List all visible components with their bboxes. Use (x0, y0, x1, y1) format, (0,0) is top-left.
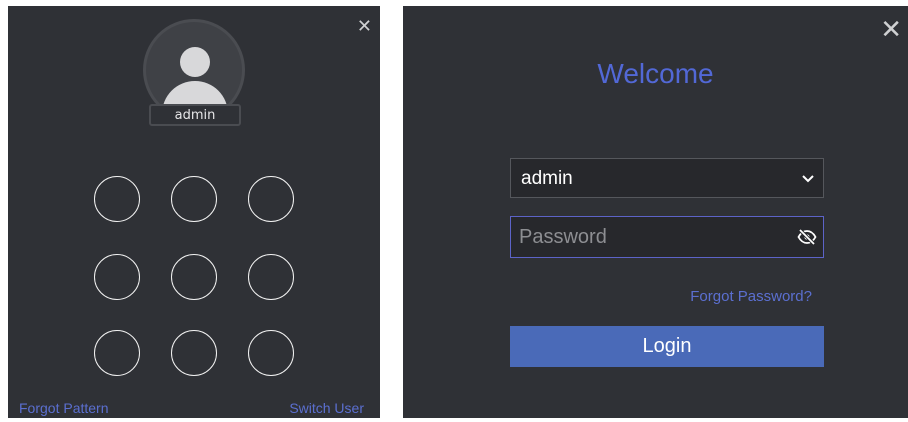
pattern-dot-4[interactable] (94, 254, 140, 300)
username-select[interactable]: admin (510, 158, 824, 198)
unlock-pattern-grid[interactable] (94, 176, 298, 376)
pattern-dot-1[interactable] (94, 176, 140, 222)
user-head-icon (180, 47, 210, 77)
close-icon[interactable]: ✕ (880, 17, 902, 43)
pattern-dot-6[interactable] (248, 254, 294, 300)
pattern-dot-8[interactable] (171, 330, 217, 376)
pattern-dot-7[interactable] (94, 330, 140, 376)
forgot-pattern-link[interactable]: Forgot Pattern (19, 400, 109, 416)
username-label: admin (149, 104, 241, 126)
password-input[interactable] (519, 223, 779, 251)
pattern-dot-9[interactable] (248, 330, 294, 376)
pattern-login-panel: ✕ admin Forgot Pattern Switch User (8, 6, 380, 418)
switch-user-link[interactable]: Switch User (289, 400, 364, 416)
username-select-value: admin (521, 168, 573, 189)
screenshot-stage: ✕ admin Forgot Pattern Switch User ✕ Wel… (0, 0, 908, 422)
welcome-title: Welcome (597, 58, 714, 89)
password-field[interactable] (510, 216, 824, 258)
pattern-dot-3[interactable] (248, 176, 294, 222)
forgot-password-link[interactable]: Forgot Password? (690, 288, 812, 305)
pattern-dot-2[interactable] (171, 176, 217, 222)
password-login-panel: ✕ Welcome admin Forgot Password? Login (403, 6, 908, 418)
eye-off-icon[interactable] (797, 228, 817, 246)
pattern-dot-5[interactable] (171, 254, 217, 300)
chevron-down-icon (802, 175, 814, 183)
login-button[interactable]: Login (510, 326, 824, 367)
close-icon[interactable]: ✕ (357, 18, 372, 36)
